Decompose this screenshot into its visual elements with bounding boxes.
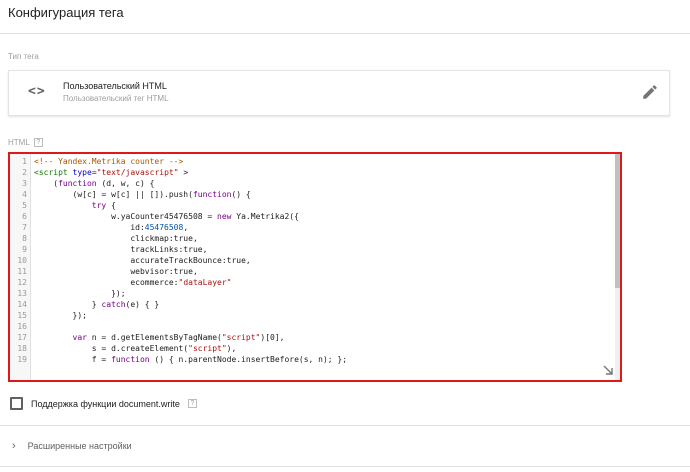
code-text: try { <box>91 201 116 210</box>
line-number: 2 <box>22 168 27 177</box>
resize-handle-icon[interactable] <box>602 364 614 376</box>
document-write-row[interactable]: Поддержка функции document.write ? <box>10 397 197 410</box>
code-line: 19 f = function () { n.parentNode.insert… <box>10 354 610 365</box>
tag-type-card[interactable]: <> Пользовательский HTML Пользовательски… <box>8 70 670 116</box>
code-line: 3 (function (d, w, c) { <box>10 178 610 189</box>
panel-header: Конфигурация тега <box>0 0 690 34</box>
line-number: 3 <box>22 179 27 188</box>
html-code-editor[interactable]: 1 <!-- Yandex.Metrika counter --> 2 <script… <box>8 152 622 382</box>
line-number: 10 <box>17 256 27 265</box>
advanced-settings-label: Расширенные настройки <box>27 441 132 451</box>
code-line: 6 w.yaCounter45476508 = new Ya.Metrika2(… <box>10 211 610 222</box>
code-text: ecommerce:"dataLayer" <box>34 278 232 287</box>
line-number: 6 <box>22 212 27 221</box>
code-text: <!-- Yandex.Metrika counter --> <box>34 157 184 166</box>
document-write-checkbox[interactable] <box>10 397 23 410</box>
code-line: 12 ecommerce:"dataLayer" <box>10 277 610 288</box>
code-line: 4 (w[c] = w[c] || []).push(function() { <box>10 189 610 200</box>
code-brackets-icon: <> <box>28 84 46 99</box>
code-text: s = d.createElement("script"), <box>34 344 237 353</box>
code-text: id:45476508, <box>34 223 189 232</box>
code-text: w.yaCounter45476508 = new Ya.Metrika2({ <box>34 212 299 221</box>
line-number: 1 <box>22 157 27 166</box>
line-number: 16 <box>17 322 27 331</box>
scrollbar-thumb[interactable] <box>615 154 620 288</box>
line-number: 9 <box>22 245 27 254</box>
code-line: 16 <box>10 321 610 332</box>
code-line: 5 try { <box>10 200 610 211</box>
line-number: 15 <box>17 311 27 320</box>
tag-type-description: Пользовательский тег HTML <box>63 94 169 103</box>
panel-title: Конфигурация тега <box>8 5 124 20</box>
divider <box>0 425 690 426</box>
html-label: HTML <box>8 137 30 147</box>
line-number: 11 <box>17 267 27 276</box>
line-number: 14 <box>17 300 27 309</box>
code-text: (w[c] = w[c] || []).push(function() { <box>34 190 251 199</box>
tag-type-name: Пользовательский HTML <box>63 81 167 91</box>
code-text: <script type="text/javascript" > <box>34 168 189 177</box>
code-line: 17 var n = d.getElementsByTagName("scrip… <box>10 332 610 343</box>
help-icon[interactable]: ? <box>187 399 197 408</box>
editor-scrollbar[interactable] <box>615 154 620 380</box>
code-text: (function (d, w, c) { <box>34 179 155 188</box>
line-number: 7 <box>22 223 27 232</box>
code-line: 2 <script type="text/javascript" > <box>10 167 610 178</box>
code-line: 13 }); <box>10 288 610 299</box>
html-label-row: HTML ? <box>8 137 43 147</box>
pencil-icon[interactable] <box>641 83 659 101</box>
document-write-label: Поддержка функции document.write <box>31 398 180 409</box>
chevron-right-icon: › <box>12 440 16 452</box>
code-text: }); <box>34 311 87 320</box>
line-number: 17 <box>17 333 27 342</box>
code-text: clickmap:true, <box>34 234 198 243</box>
line-number: 12 <box>17 278 27 287</box>
help-icon[interactable]: ? <box>33 137 43 147</box>
advanced-settings-toggle[interactable]: › Расширенные настройки <box>12 440 132 452</box>
code-line: 9 trackLinks:true, <box>10 244 610 255</box>
code-text: accurateTrackBounce:true, <box>34 256 251 265</box>
code-line: 11 webvisor:true, <box>10 266 610 277</box>
code-line: 1 <!-- Yandex.Metrika counter --> <box>10 156 610 167</box>
tag-type-label: Тип тега <box>8 52 39 61</box>
code-text: var n = d.getElementsByTagName("script")… <box>72 333 285 342</box>
code-text: }); <box>34 289 126 298</box>
line-number: 19 <box>17 355 27 364</box>
line-number: 5 <box>22 201 27 210</box>
line-number: 13 <box>17 289 27 298</box>
divider <box>0 466 690 467</box>
tag-configuration-panel: Конфигурация тега Тип тега <> Пользовате… <box>0 0 690 472</box>
code-line: 7 id:45476508, <box>10 222 610 233</box>
code-line: 18 s = d.createElement("script"), <box>10 343 610 354</box>
code-text: f = function () { n.parentNode.insertBef… <box>34 355 348 364</box>
line-number: 4 <box>22 190 27 199</box>
code-text: webvisor:true, <box>34 267 198 276</box>
code-line: 14 } catch(e) { } <box>10 299 610 310</box>
line-number: 8 <box>22 234 27 243</box>
code-line: 8 clickmap:true, <box>10 233 610 244</box>
code-text: } catch(e) { } <box>34 300 160 309</box>
code-text: trackLinks:true, <box>34 245 208 254</box>
code-line: 10 accurateTrackBounce:true, <box>10 255 610 266</box>
code-line: 15 }); <box>10 310 610 321</box>
line-number: 18 <box>17 344 27 353</box>
